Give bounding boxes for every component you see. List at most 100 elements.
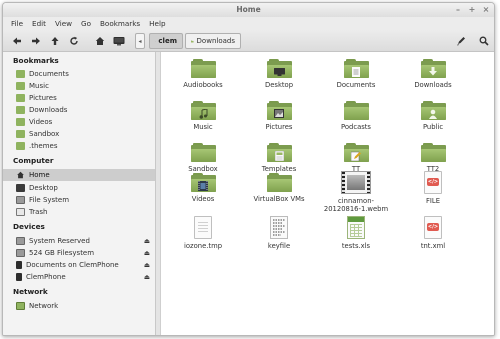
sidebar-item-clemphone[interactable]: ClemPhone ⏏ <box>3 271 155 283</box>
search-button[interactable] <box>476 33 491 48</box>
videos-folder-icon <box>16 118 25 126</box>
eject-icon[interactable]: ⏏ <box>144 237 150 245</box>
file-item-iozone-tmp[interactable]: iozone.tmp <box>167 216 239 250</box>
sidebar-item-trash[interactable]: Trash <box>3 206 155 218</box>
breadcrumb-downloads[interactable]: Downloads <box>185 33 241 49</box>
file-item-tnt-xml[interactable]: </> tnt.xml <box>397 216 469 250</box>
menu-edit[interactable]: Edit <box>32 19 46 28</box>
file-item-music[interactable]: Music <box>167 101 239 131</box>
breadcrumb-clem[interactable]: clem <box>149 33 183 49</box>
maximize-button[interactable]: + <box>468 3 476 17</box>
reload-button[interactable] <box>66 33 81 48</box>
file-label: cinnamon-20120816-1.webm <box>323 197 389 213</box>
file-label: Documents <box>336 81 376 89</box>
sidebar-item-label: Videos <box>29 118 53 126</box>
file-item-downloads[interactable]: Downloads <box>397 59 469 89</box>
file-item-file[interactable]: </> FILE <box>397 171 469 205</box>
file-label: Downloads <box>414 81 452 89</box>
music-folder-icon <box>16 82 25 90</box>
home-button[interactable] <box>92 33 107 48</box>
music-folder-icon <box>190 101 216 120</box>
public-folder-icon <box>420 101 446 120</box>
file-item-tt[interactable]: TT <box>320 143 392 173</box>
sidebar-item-home[interactable]: Home <box>3 169 155 181</box>
sidebar-item-downloads[interactable]: Downloads <box>3 104 155 116</box>
sidebar-item-label: Network <box>29 302 59 310</box>
file-label: Templates <box>261 165 297 173</box>
minimize-button[interactable]: – <box>454 3 462 17</box>
file-item-templates[interactable]: Templates <box>243 143 315 173</box>
forward-button[interactable] <box>28 33 43 48</box>
desktop-folder-icon <box>266 59 292 78</box>
phone-icon <box>16 273 22 281</box>
breadcrumb-label: clem <box>158 37 177 45</box>
sidebar-item-desktop[interactable]: Desktop <box>3 182 155 194</box>
sidebar-item-file-system[interactable]: File System <box>3 194 155 206</box>
file-item-desktop[interactable]: Desktop <box>243 59 315 89</box>
sidebar-item-label: Desktop <box>29 184 58 192</box>
html-document-icon: </> <box>424 171 442 194</box>
sidebar-item-documents-on-clemphone[interactable]: Documents on ClemPhone ⏏ <box>3 259 155 271</box>
sidebar-item-524gb-filesystem[interactable]: 524 GB Filesystem ⏏ <box>3 247 155 259</box>
title-bar[interactable]: Home – + × <box>3 3 494 17</box>
sidebar-splitter[interactable] <box>156 52 161 335</box>
sidebar-item-label: Pictures <box>29 94 57 102</box>
menu-go[interactable]: Go <box>81 19 91 28</box>
videos-folder-icon <box>190 173 216 192</box>
file-item-keyfile[interactable]: keyfile <box>243 216 315 250</box>
close-button[interactable]: × <box>482 3 490 17</box>
menu-bookmarks[interactable]: Bookmarks <box>100 19 140 28</box>
eject-icon[interactable]: ⏏ <box>144 261 150 269</box>
sidebar-item-pictures[interactable]: Pictures <box>3 92 155 104</box>
folder-icon <box>190 143 216 162</box>
sidebar-item-themes[interactable]: .themes <box>3 140 155 152</box>
sidebar-item-sandbox[interactable]: Sandbox <box>3 128 155 140</box>
sidebar-section-bookmarks: Bookmarks <box>13 56 59 65</box>
file-label: iozone.tmp <box>183 242 223 250</box>
eject-icon[interactable]: ⏏ <box>144 273 150 281</box>
folder-icon <box>16 142 25 150</box>
file-item-tests-xls[interactable]: tests.xls <box>320 216 392 250</box>
home-icon <box>16 171 25 179</box>
folder-icon <box>16 70 25 78</box>
downloads-folder-icon <box>420 59 446 78</box>
file-label: Podcasts <box>341 123 371 131</box>
file-label: Sandbox <box>188 165 218 173</box>
back-arrow-icon <box>12 37 21 44</box>
sidebar-item-network[interactable]: Network <box>3 300 155 312</box>
menu-file[interactable]: File <box>11 19 23 28</box>
file-label: VirtualBox VMs <box>253 195 305 203</box>
eject-icon[interactable]: ⏏ <box>144 249 150 257</box>
file-item-videos[interactable]: Videos <box>167 173 239 203</box>
file-label: tests.xls <box>341 242 371 250</box>
reload-icon <box>69 36 78 45</box>
sidebar-item-videos[interactable]: Videos <box>3 116 155 128</box>
file-item-documents[interactable]: Documents <box>320 59 392 89</box>
file-item-pictures[interactable]: Pictures <box>243 101 315 131</box>
path-toggle-button[interactable]: ◂ <box>135 33 145 49</box>
file-item-podcasts[interactable]: Podcasts <box>320 101 392 131</box>
file-item-tt2[interactable]: TT2 <box>397 143 469 173</box>
edit-path-button[interactable] <box>453 33 468 48</box>
menu-view[interactable]: View <box>55 19 72 28</box>
sidebar-item-label: Home <box>29 171 50 179</box>
file-item-sandbox[interactable]: Sandbox <box>167 143 239 173</box>
folder-icon <box>420 143 446 162</box>
menu-help[interactable]: Help <box>149 19 165 28</box>
phone-icon <box>16 261 22 269</box>
up-button[interactable] <box>47 33 62 48</box>
sidebar-item-label: 524 GB Filesystem <box>29 249 95 257</box>
file-label: Desktop <box>264 81 294 89</box>
back-button[interactable] <box>9 33 24 48</box>
folder-icon <box>343 101 369 120</box>
sidebar-item-music[interactable]: Music <box>3 80 155 92</box>
file-label: keyfile <box>267 242 291 250</box>
file-item-audiobooks[interactable]: Audiobooks <box>167 59 239 89</box>
file-item-virtualbox-vms[interactable]: VirtualBox VMs <box>243 173 315 203</box>
computer-button[interactable] <box>111 33 126 48</box>
sidebar-item-documents[interactable]: Documents <box>3 68 155 80</box>
file-item-public[interactable]: Public <box>397 101 469 131</box>
file-item-cinnamon-webm[interactable]: cinnamon-20120816-1.webm <box>320 171 392 213</box>
sidebar-item-system-reserved[interactable]: System Reserved ⏏ <box>3 235 155 247</box>
computer-icon <box>113 36 124 45</box>
